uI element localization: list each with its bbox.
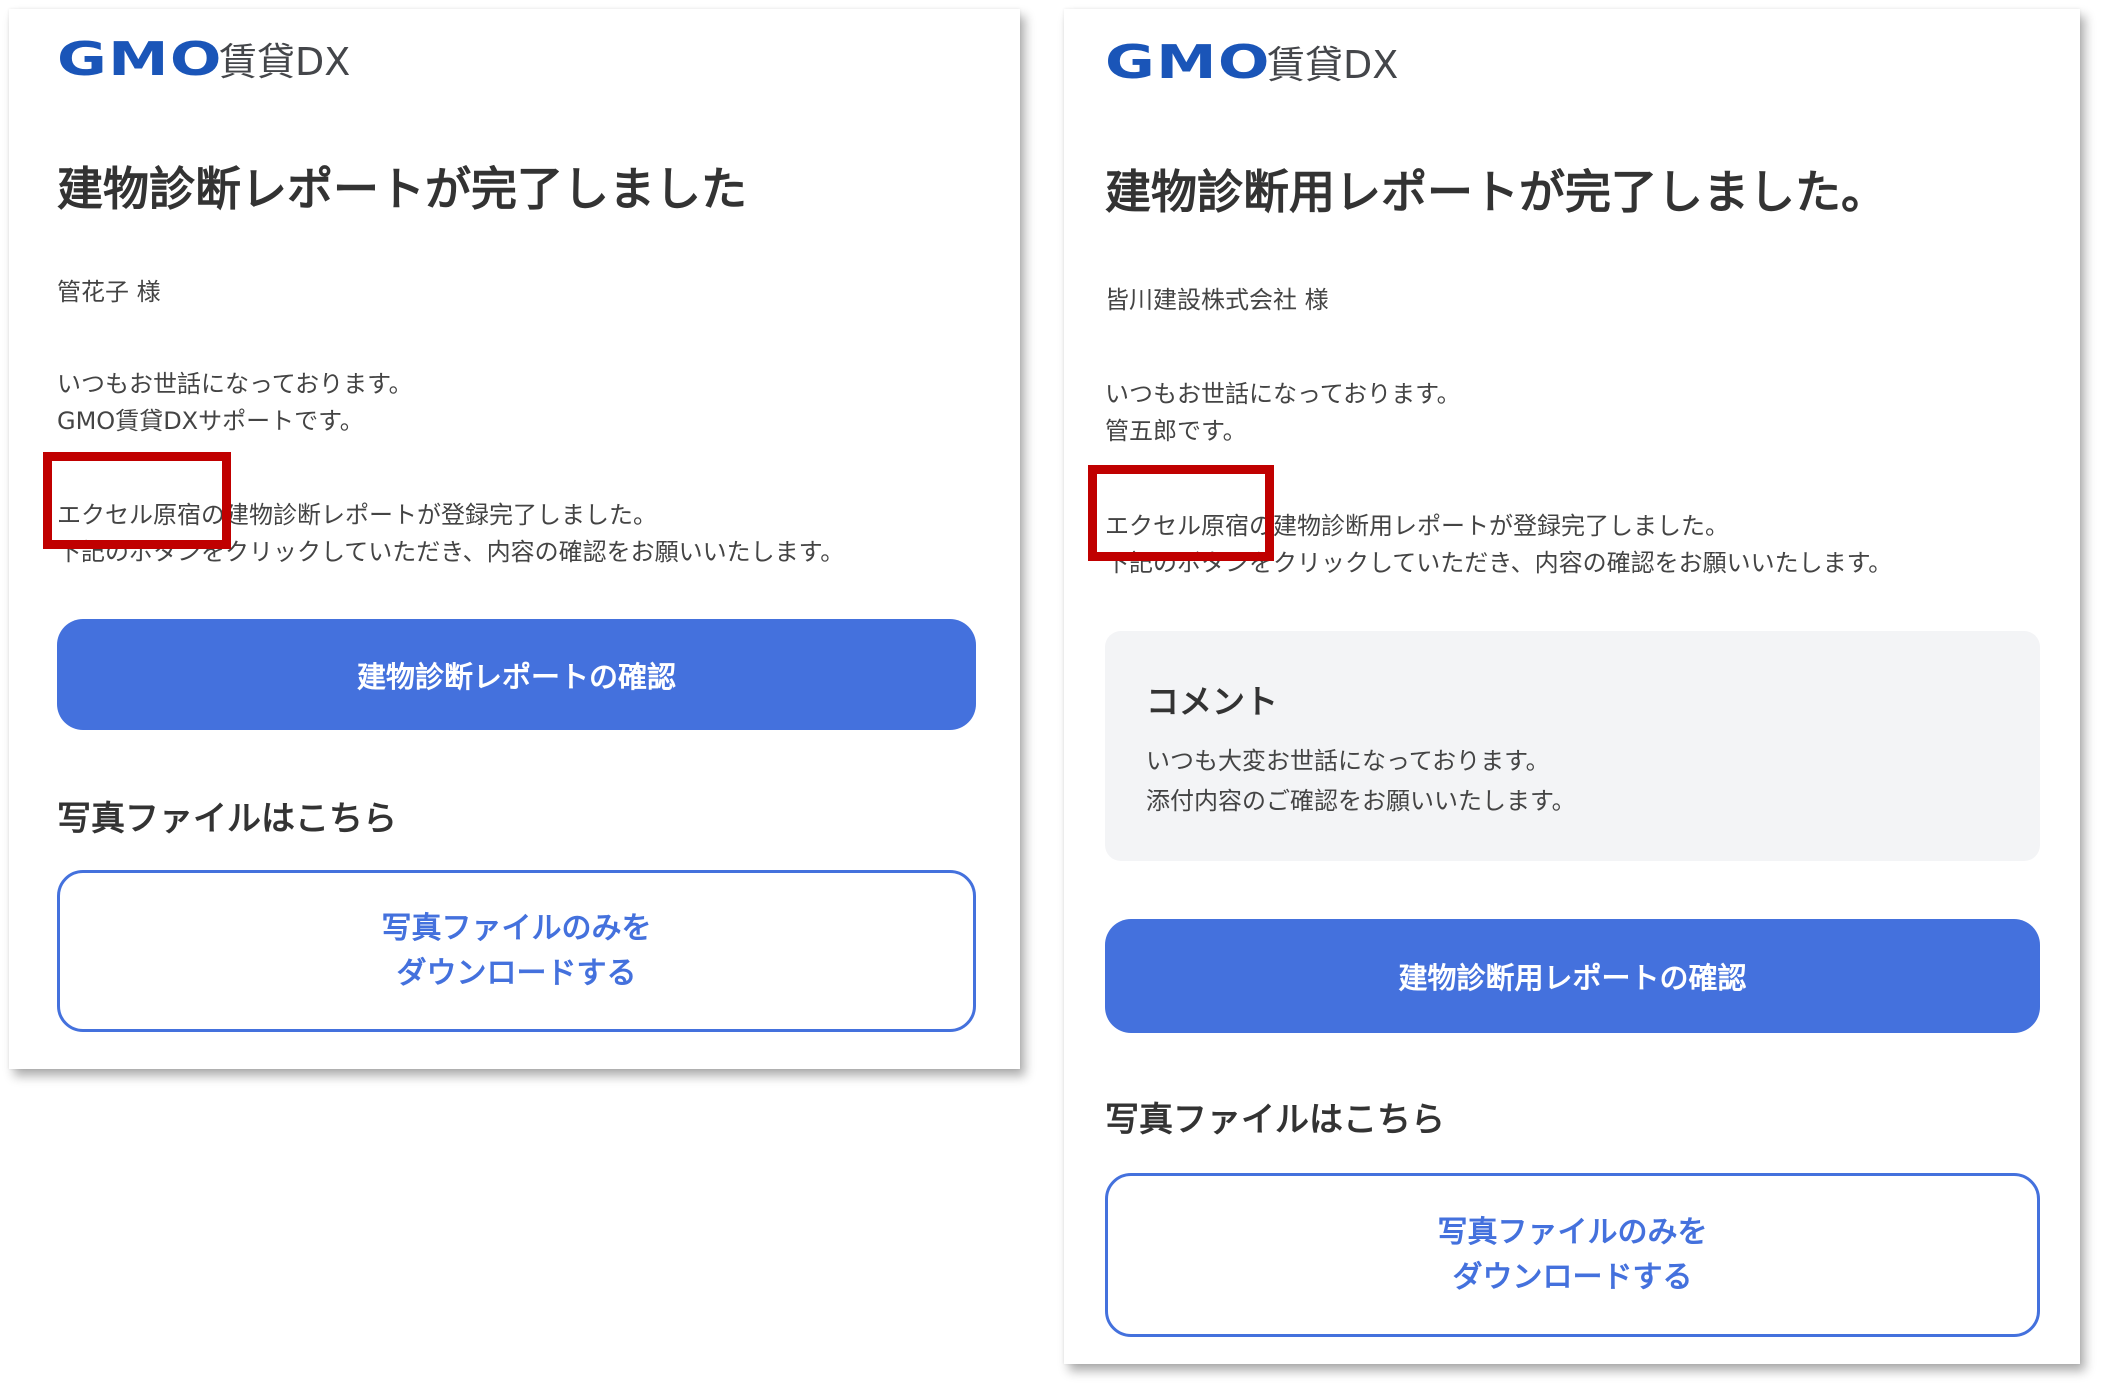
greeting-line-2: 管五郎です。 xyxy=(1105,417,1247,445)
notice-line-1: エクセル原宿の建物診断レポートが登録完了しました。 xyxy=(57,501,657,529)
logo-mark: GMO xyxy=(1105,35,1271,89)
greeting-line-1: いつもお世話になっております。 xyxy=(57,370,413,398)
email-preview-right: GMO 賃貸DX 建物診断用レポートが完了しました。 皆川建設株式会社 様 いつ… xyxy=(1064,9,2080,1364)
page-title: 建物診断レポートが完了しました xyxy=(57,162,747,216)
notice-line-2: 下記のボタンをクリックしていただき、内容の確認をお願いいたします。 xyxy=(57,538,845,566)
recipient-name: 皆川建設株式会社 様 xyxy=(1105,286,1329,314)
page-title: 建物診断用レポートが完了しました。 xyxy=(1105,165,1887,219)
view-report-button[interactable]: 建物診断レポートの確認 xyxy=(57,619,976,730)
comment-line-2: 添付内容のご確認をお願いいたします。 xyxy=(1146,787,1576,815)
download-button-line-1: 写真ファイルのみを xyxy=(381,911,652,946)
email-preview-left: GMO 賃貸DX 建物診断レポートが完了しました 管花子 様 いつもお世話になっ… xyxy=(9,9,1020,1069)
comment-title: コメント xyxy=(1146,682,1278,721)
greeting-line-2: GMO賃貸DXサポートです。 xyxy=(57,407,364,435)
view-report-button[interactable]: 建物診断用レポートの確認 xyxy=(1105,919,2040,1033)
notice-line-2: 下記のボタンをクリックしていただき、内容の確認をお願いいたします。 xyxy=(1105,549,1893,577)
download-photos-button[interactable]: 写真ファイルのみを ダウンロードする xyxy=(57,870,976,1032)
download-button-line-2: ダウンロードする xyxy=(396,956,637,991)
download-button-line-1: 写真ファイルのみを xyxy=(1437,1215,1708,1250)
download-photos-button[interactable]: 写真ファイルのみを ダウンロードする xyxy=(1105,1173,2040,1337)
gmo-logo: GMO 賃貸DX xyxy=(57,31,350,86)
comment-line-1: いつも大変お世話になっております。 xyxy=(1146,747,1550,775)
greeting-line-1: いつもお世話になっております。 xyxy=(1105,380,1461,408)
photo-section-heading: 写真ファイルはこちら xyxy=(57,799,397,839)
photo-section-heading: 写真ファイルはこちら xyxy=(1105,1100,1445,1140)
logo-mark: GMO xyxy=(57,32,223,86)
gmo-logo: GMO 賃貸DX xyxy=(1105,34,1398,89)
download-button-line-2: ダウンロードする xyxy=(1452,1260,1693,1295)
comment-box: コメント いつも大変お世話になっております。 添付内容のご確認をお願いいたします… xyxy=(1105,631,2040,861)
recipient-name: 管花子 様 xyxy=(57,278,161,306)
notice-line-1: エクセル原宿の建物診断用レポートが登録完了しました。 xyxy=(1105,512,1729,540)
